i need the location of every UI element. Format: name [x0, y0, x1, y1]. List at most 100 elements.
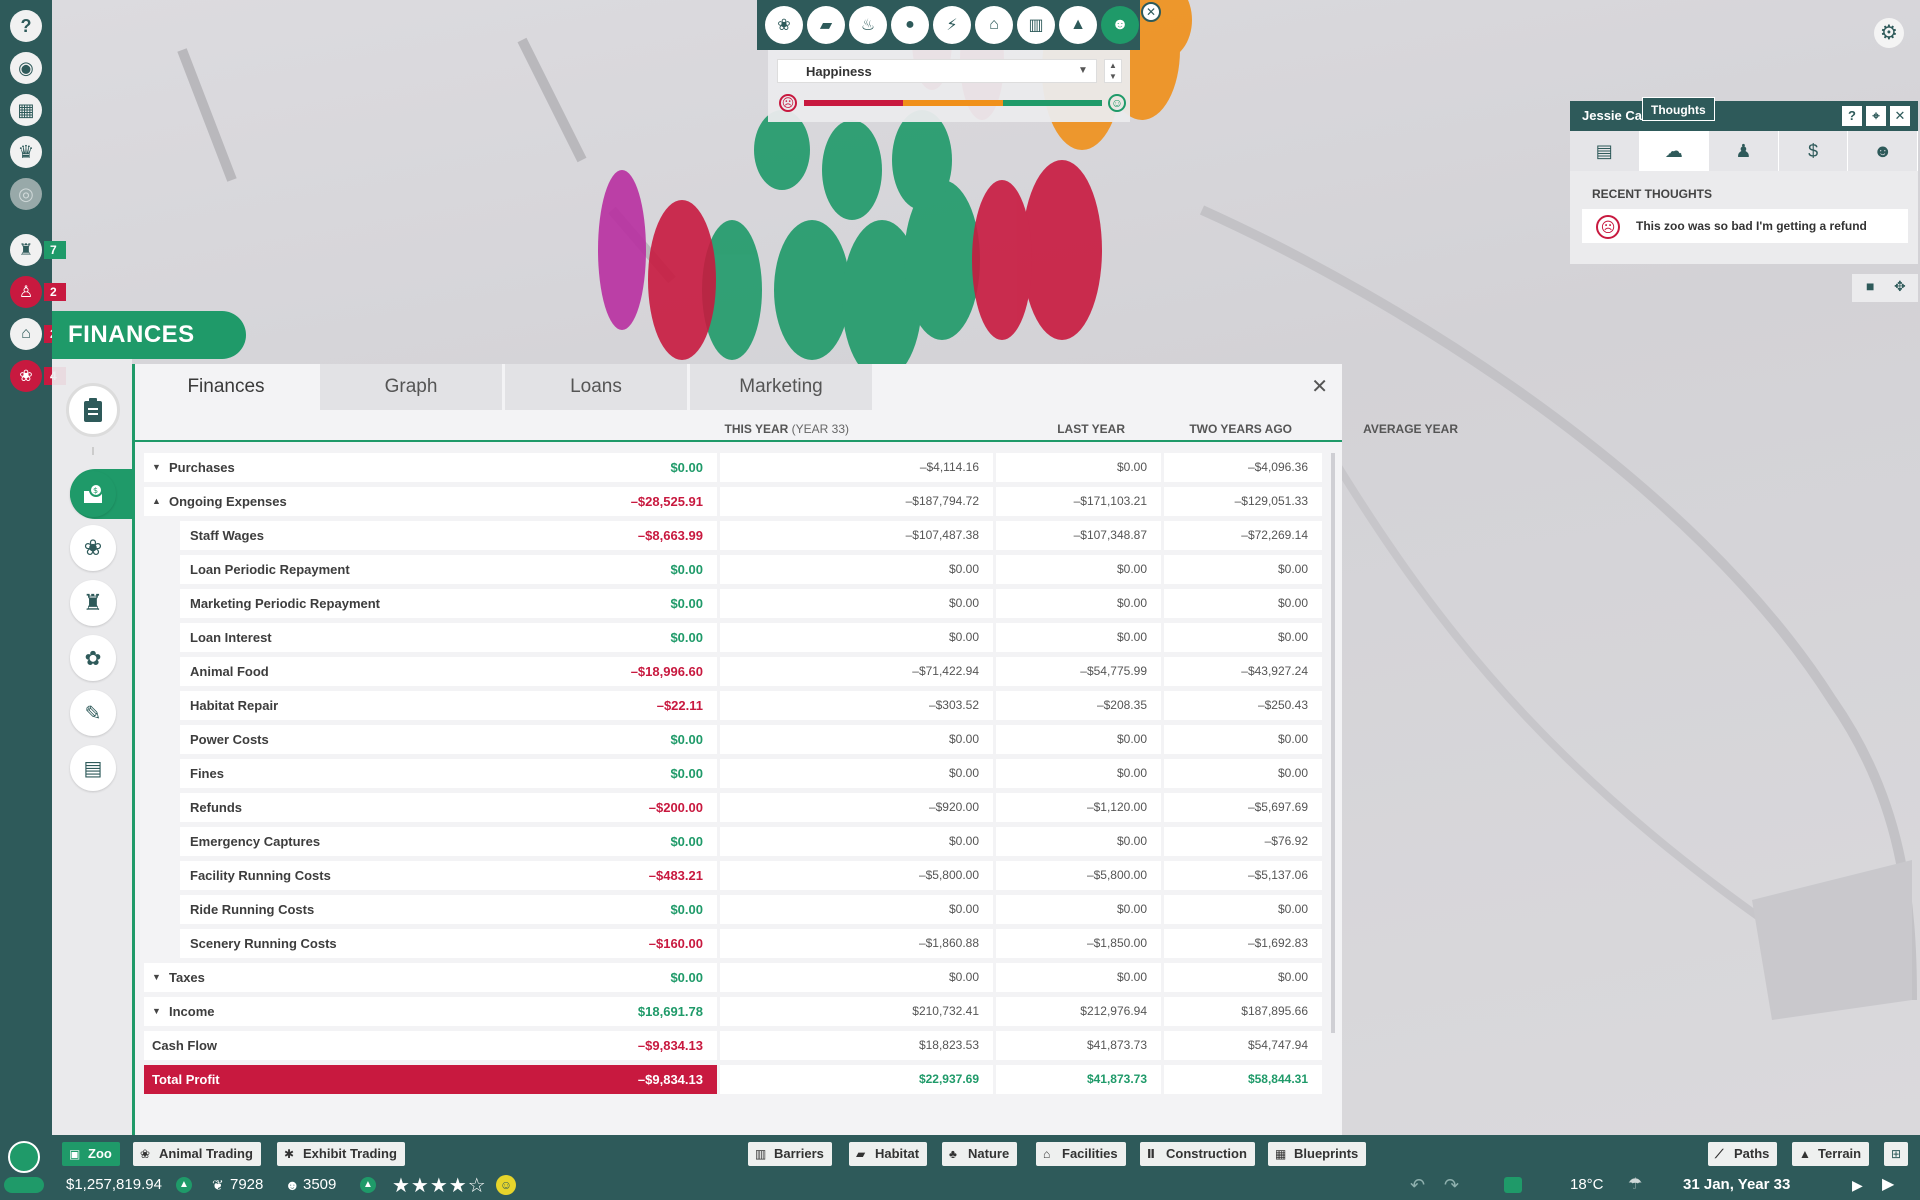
eye-icon[interactable]: ◎: [10, 178, 42, 210]
tab-thoughts[interactable]: ☁: [1639, 131, 1710, 171]
animals-nav-icon[interactable]: ❀: [70, 525, 116, 571]
staff-alert-icon[interactable]: ♜: [10, 234, 42, 266]
redo-icon[interactable]: ↷: [1444, 1174, 1459, 1196]
guest-alert-icon[interactable]: ♙: [10, 276, 42, 308]
tab-group[interactable]: ☻: [1848, 131, 1918, 171]
staff-nav-icon[interactable]: ♜: [70, 580, 116, 626]
average-year-value: $0.00: [1164, 759, 1322, 788]
last-year-value: $0.00: [720, 623, 993, 652]
tab-zoo[interactable]: ▣ Zoo: [62, 1142, 120, 1166]
close-icon[interactable]: ✕: [1311, 374, 1328, 399]
close-icon[interactable]: ✕: [1890, 106, 1910, 126]
tab-finances[interactable]: Finances: [135, 364, 317, 410]
mode-toggle[interactable]: [4, 1177, 44, 1193]
stepper-icon[interactable]: ▲ ▼: [1104, 59, 1122, 83]
heatmap-select[interactable]: Happiness: [777, 59, 1097, 83]
trophy-icon[interactable]: ♛: [10, 136, 42, 168]
undo-icon[interactable]: ↶: [1410, 1174, 1425, 1196]
two-years-ago-value: –$107,348.87: [996, 521, 1161, 550]
tab-marketing[interactable]: Marketing: [690, 364, 872, 410]
education-icon[interactable]: ▰: [807, 6, 845, 44]
thermometer-icon[interactable]: ♨: [849, 6, 887, 44]
tab-terrain[interactable]: ▲ Terrain: [1792, 1142, 1870, 1166]
move-icon[interactable]: ✥: [1894, 278, 1906, 295]
water-icon[interactable]: ●: [891, 6, 929, 44]
table-row: Scenery Running Costs –$160.00 –$1,860.88–…: [144, 929, 1322, 958]
screenshot-icon[interactable]: [1504, 1177, 1522, 1193]
chevron-up-icon[interactable]: ▲: [152, 487, 161, 516]
tab-habitat[interactable]: ▰ Habitat: [849, 1142, 928, 1166]
table-row[interactable]: Purchases $0.00 –$4,114.16 $0.00 –$4,096.36 ▼: [144, 453, 1322, 482]
paw-icon[interactable]: ❀: [765, 6, 803, 44]
grid-toggle-icon[interactable]: ⊞: [1884, 1142, 1908, 1166]
maintenance-nav-icon[interactable]: ✎: [70, 690, 116, 736]
fast-forward-icon[interactable]: ▶: [1882, 1174, 1894, 1196]
chevron-down-icon[interactable]: ▼: [152, 997, 161, 1026]
play-icon[interactable]: ▶: [1852, 1174, 1863, 1196]
chevron-down-icon[interactable]: ▼: [152, 453, 161, 482]
zoo-logo-icon[interactable]: [8, 1141, 40, 1173]
happy-face-icon: ☺: [1108, 94, 1126, 112]
guests-icon[interactable]: ☻: [1101, 6, 1139, 44]
average-year-value: –$1,692.83: [1164, 929, 1322, 958]
finances-nav-icon[interactable]: $: [70, 471, 116, 517]
last-year-value: $0.00: [720, 725, 993, 754]
table-row[interactable]: Ongoing Expenses –$28,525.91 –$187,794.72–…: [144, 487, 1322, 516]
tab-animal-trading[interactable]: ❀ Animal Trading: [133, 1142, 261, 1166]
zoopedia-icon[interactable]: ◉: [10, 52, 42, 84]
this-year-value: –$18,996.60: [630, 664, 703, 679]
last-year-value: $18,823.53: [720, 1031, 993, 1060]
tab-construction[interactable]: Ⅱ Construction: [1140, 1142, 1255, 1166]
locate-icon[interactable]: ⌖: [1866, 106, 1886, 126]
shops-nav-icon[interactable]: ▤: [70, 745, 116, 791]
thought-item: ☹ This zoo was so bad I'm getting a refu…: [1582, 209, 1908, 243]
breeding-nav-icon[interactable]: ✿: [70, 635, 116, 681]
table-scrollbar[interactable]: [1331, 453, 1335, 1033]
two-years-ago-value: $0.00: [996, 453, 1161, 482]
col-average-label: AVERAGE YEAR: [1363, 422, 1458, 436]
help-icon[interactable]: ?: [1842, 106, 1862, 126]
tab-facilities[interactable]: ⌂ Facilities: [1036, 1142, 1126, 1166]
tab-info[interactable]: ▤: [1570, 131, 1640, 171]
average-year-value: –$76.92: [1164, 827, 1322, 856]
help-icon[interactable]: ?: [10, 10, 42, 42]
tab-person[interactable]: ♟: [1709, 131, 1779, 171]
building-icon[interactable]: ▥: [1017, 6, 1055, 44]
tab-money[interactable]: $: [1778, 131, 1849, 171]
tab-graph[interactable]: Graph: [320, 364, 502, 410]
chevron-down-icon[interactable]: ▼: [152, 963, 161, 992]
power-icon[interactable]: ⚡: [933, 6, 971, 44]
habitat-alert-icon[interactable]: ⌂: [10, 318, 42, 350]
graduation-icon[interactable]: ▲: [1059, 6, 1097, 44]
guest-count: 3509: [303, 1176, 337, 1193]
tab-blueprints-label: Blueprints: [1294, 1146, 1359, 1161]
last-year-value: –$920.00: [720, 793, 993, 822]
calendar-icon[interactable]: ▦: [10, 94, 42, 126]
close-icon[interactable]: ✕: [1141, 2, 1161, 22]
average-year-value: $187,895.66: [1164, 997, 1322, 1026]
table-row: Marketing Periodic Repayment $0.00 $0.00 $0…: [144, 589, 1322, 618]
animal-alert-icon[interactable]: ❀: [10, 360, 42, 392]
svg-text:$: $: [93, 486, 98, 495]
tab-nature[interactable]: ♣ Nature: [942, 1142, 1018, 1166]
tab-blueprints[interactable]: ▦ Blueprints: [1268, 1142, 1367, 1166]
col-header-two-years: TWO YEARS AGO: [1189, 422, 1292, 436]
this-year-value: $0.00: [670, 596, 703, 611]
table-row: Cash Flow –$9,834.13 $18,823.53 $41,873.73 $…: [144, 1031, 1322, 1060]
tab-exhibit-trading[interactable]: ✱ Exhibit Trading: [277, 1142, 405, 1166]
two-years-ago-value: $0.00: [996, 555, 1161, 584]
clipboard-icon[interactable]: [66, 383, 120, 437]
tab-loans[interactable]: Loans: [505, 364, 687, 410]
table-row[interactable]: Income $18,691.78 $210,732.41 $212,976.94 $1…: [144, 997, 1322, 1026]
money-up-icon: ▲: [176, 1177, 192, 1193]
this-year-value: $0.00: [670, 766, 703, 781]
table-row[interactable]: Taxes $0.00 $0.00 $0.00 $0.00 ▼: [144, 963, 1322, 992]
settings-gear-icon[interactable]: ⚙: [1874, 18, 1904, 48]
money-readout: $1,257,819.94: [66, 1176, 162, 1193]
this-year-value: $0.00: [670, 630, 703, 645]
tab-barriers[interactable]: ▥ Barriers: [748, 1142, 832, 1166]
tab-paths[interactable]: ⟋ Paths: [1708, 1142, 1778, 1166]
facility-icon[interactable]: ⌂: [975, 6, 1013, 44]
camera-icon[interactable]: ■: [1866, 278, 1874, 294]
zoo-rating-stars: ★★★★☆: [392, 1173, 487, 1198]
